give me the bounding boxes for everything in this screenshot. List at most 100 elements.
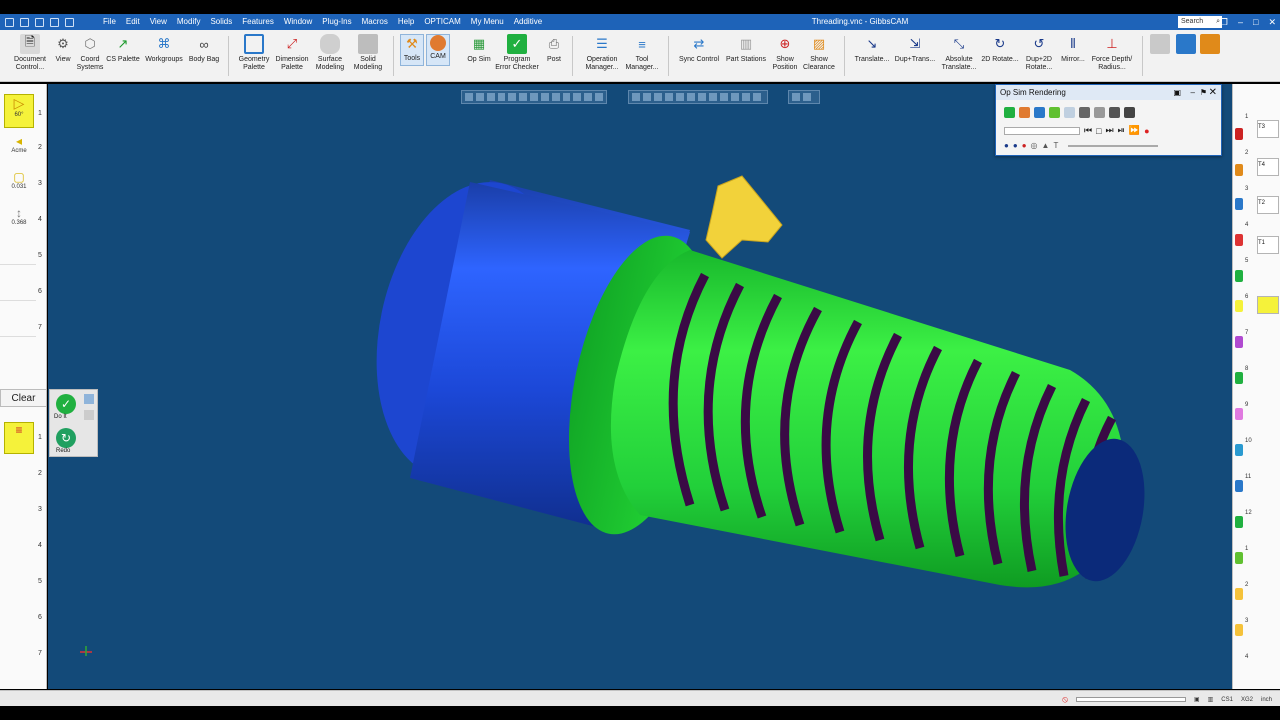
- operation-tile[interactable]: T3: [1257, 120, 1279, 138]
- tool-slot-2[interactable]: ◂ Acme: [4, 134, 34, 162]
- translate-button[interactable]: ↘ Translate...: [852, 34, 892, 64]
- check-icon[interactable]: [1064, 107, 1075, 118]
- redo-icon[interactable]: ↻: [56, 428, 76, 448]
- render-tool-icon[interactable]: [676, 93, 684, 101]
- close-icon[interactable]: ✕: [1268, 14, 1276, 30]
- tool-manager-button[interactable]: ≡ Tool Manager...: [622, 34, 662, 72]
- menu-edit[interactable]: Edit: [121, 14, 145, 30]
- lock-icon[interactable]: ▣: [1194, 696, 1200, 703]
- save-icon[interactable]: [65, 17, 74, 27]
- view-tool-icon[interactable]: [551, 93, 560, 101]
- step-forward-icon[interactable]: ⏭: [1106, 125, 1114, 136]
- menu-solids[interactable]: Solids: [205, 14, 237, 30]
- menu-my-menu[interactable]: My Menu: [466, 14, 509, 30]
- sim-tool-icon[interactable]: ●: [1022, 141, 1027, 150]
- view-tool-icon[interactable]: [562, 93, 571, 101]
- view-toolbar-1[interactable]: [461, 90, 607, 104]
- body-bag-button[interactable]: ∞ Body Bag: [186, 34, 222, 64]
- graphics-viewport[interactable]: [48, 84, 1232, 689]
- new-file-icon[interactable]: [20, 17, 29, 27]
- render-button[interactable]: [1176, 34, 1196, 56]
- maximize-icon[interactable]: □: [1253, 14, 1258, 30]
- close-icon[interactable]: ✕: [1209, 85, 1217, 100]
- render-tool-icon[interactable]: [720, 93, 728, 101]
- step-icon[interactable]: ⏯: [1118, 125, 1125, 136]
- menu-opticam[interactable]: OPTICAM: [419, 14, 465, 30]
- view-tool-icon[interactable]: [508, 93, 517, 101]
- render-tool-icon[interactable]: [632, 93, 640, 101]
- absolute-translate-button[interactable]: ⤡ Absolute Translate...: [938, 34, 980, 72]
- render-tool-icon[interactable]: [643, 93, 651, 101]
- menu-additive[interactable]: Additive: [509, 14, 547, 30]
- view-tool-icon[interactable]: [465, 93, 473, 101]
- no-entry-icon[interactable]: ⦸: [1062, 694, 1068, 705]
- tool-slot-3[interactable]: ▢ 0.031: [4, 170, 34, 198]
- operation-tile[interactable]: T1: [1257, 236, 1279, 254]
- show-clearance-button[interactable]: ▨ Show Clearance: [802, 34, 836, 72]
- sim-tool-icon[interactable]: ●: [1004, 141, 1009, 150]
- mirror-button[interactable]: ⫴ Mirror...: [1058, 34, 1088, 64]
- view-tool-icon[interactable]: [573, 93, 582, 101]
- cam-button[interactable]: CAM: [426, 34, 450, 66]
- operation-manager-button[interactable]: ☰ Operation Manager...: [580, 34, 624, 72]
- sim-option-icon[interactable]: [1124, 107, 1135, 118]
- operation-tile-selected[interactable]: [1257, 296, 1279, 314]
- view-tool-icon[interactable]: [475, 93, 484, 101]
- view-toolbar-3[interactable]: [788, 90, 820, 104]
- menu-features[interactable]: Features: [237, 14, 279, 30]
- record-icon[interactable]: ●: [1144, 126, 1149, 136]
- sim-tool-icon[interactable]: ◎: [1031, 141, 1038, 150]
- dimension-palette-button[interactable]: ⤢ Dimension Palette: [274, 34, 310, 72]
- view-tool-icon[interactable]: [497, 93, 506, 101]
- sim-option-icon[interactable]: [1019, 107, 1030, 118]
- operation-tile[interactable]: T4: [1257, 158, 1279, 176]
- operation-tile[interactable]: T2: [1257, 196, 1279, 214]
- solid-modeling-button[interactable]: Solid Modeling: [350, 34, 386, 72]
- shaded-view-button[interactable]: [1150, 34, 1170, 56]
- playback-slider[interactable]: [1004, 126, 1080, 135]
- rotate-2d-button[interactable]: ↻ 2D Rotate...: [980, 34, 1020, 64]
- menu-plugins[interactable]: Plug-Ins: [317, 14, 356, 30]
- render-tool-icon[interactable]: [742, 93, 750, 101]
- pin-icon[interactable]: ‒: [1191, 85, 1195, 100]
- view-tool-icon[interactable]: [584, 93, 593, 101]
- render-tool-icon[interactable]: [753, 93, 761, 101]
- undo-icon[interactable]: [35, 17, 44, 27]
- sim-option-icon[interactable]: [1034, 107, 1045, 118]
- restore-icon[interactable]: ❐: [1220, 14, 1228, 30]
- process-option-icon[interactable]: [84, 410, 94, 420]
- speed-slider[interactable]: [1068, 144, 1159, 147]
- menu-help[interactable]: Help: [393, 14, 419, 30]
- sim-option-icon[interactable]: [1049, 107, 1060, 118]
- render-tool-icon[interactable]: [665, 93, 673, 101]
- render-tool-icon[interactable]: [654, 93, 662, 101]
- sim-tool-icon[interactable]: ▲: [1042, 141, 1050, 150]
- sim-option-icon[interactable]: [1094, 107, 1105, 118]
- document-control-button[interactable]: 🗎 Document Control...: [12, 34, 48, 72]
- view-toolbar-2[interactable]: [628, 90, 768, 104]
- zoom-slider[interactable]: [1075, 697, 1186, 702]
- dup-rotate-2d-button[interactable]: ↺ Dup+2D Rotate...: [1020, 34, 1058, 72]
- cs-icon[interactable]: ▥: [1208, 696, 1214, 703]
- post-button[interactable]: ⎙ Post: [542, 34, 566, 64]
- stop-icon[interactable]: □: [1096, 126, 1101, 136]
- menu-window[interactable]: Window: [279, 14, 317, 30]
- app-icon[interactable]: [5, 17, 14, 27]
- geometry-palette-button[interactable]: Geometry Palette: [236, 34, 272, 72]
- force-depth-button[interactable]: ⊥ Force Depth/ Radius...: [1088, 34, 1136, 72]
- view-tool-icon[interactable]: [595, 93, 603, 101]
- process-tile-thread[interactable]: ≡: [4, 422, 34, 454]
- dup-translate-button[interactable]: ⇲ Dup+Trans...: [894, 34, 936, 64]
- solid-view-button[interactable]: [1200, 34, 1220, 56]
- cs-palette-button[interactable]: ↗ CS Palette: [105, 34, 141, 64]
- op-sim-button[interactable]: ▦ Op Sim: [466, 34, 492, 64]
- fit-view-icon[interactable]: [792, 93, 800, 101]
- menu-modify[interactable]: Modify: [172, 14, 206, 30]
- zoom-icon[interactable]: [803, 93, 811, 101]
- render-tool-icon[interactable]: [687, 93, 695, 101]
- sync-control-button[interactable]: ⇄ Sync Control: [676, 34, 722, 64]
- view-tool-icon[interactable]: [530, 93, 538, 101]
- render-tool-icon[interactable]: [731, 93, 739, 101]
- fast-forward-icon[interactable]: ⏩: [1129, 125, 1140, 136]
- tool-slot-1[interactable]: ▷ 60°: [4, 94, 34, 128]
